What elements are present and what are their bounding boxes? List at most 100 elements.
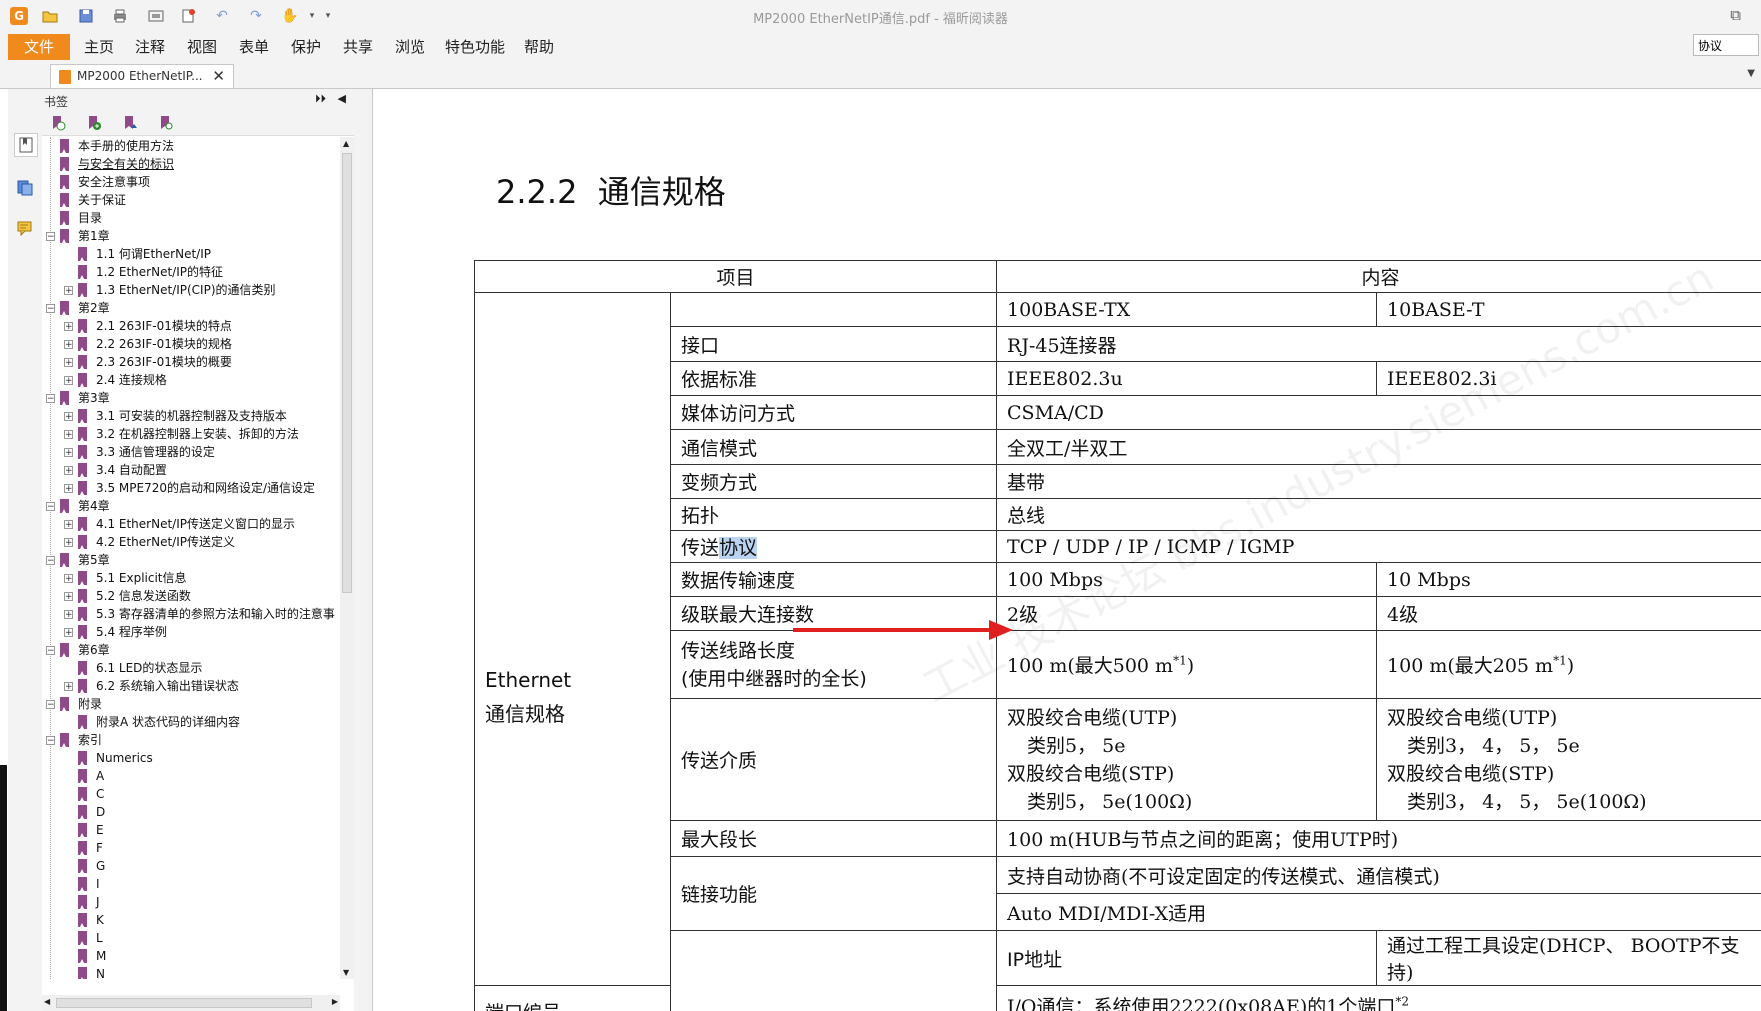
- bookmark-label: 4.1 EtherNet/IP传送定义窗口的显示: [96, 517, 295, 531]
- menu-browse[interactable]: 浏览: [395, 36, 425, 58]
- document-tab[interactable]: MP2000 EtherNetIP... ✕: [50, 64, 234, 88]
- bookmark-options-icon[interactable]: [50, 115, 66, 131]
- medium-line: 类别5， 5e: [1027, 734, 1126, 757]
- menu-home[interactable]: 主页: [84, 36, 114, 58]
- bookmark-label: 2.3 263IF-01模块的概要: [96, 355, 232, 369]
- collapse-node-icon[interactable]: −: [46, 502, 55, 512]
- value-cell: 10 Mbps: [1376, 562, 1761, 597]
- bookmark-up-icon[interactable]: [122, 115, 138, 131]
- menu-comment[interactable]: 注释: [135, 36, 165, 58]
- expand-node-icon[interactable]: +: [64, 610, 73, 620]
- expand-node-icon[interactable]: +: [64, 484, 73, 494]
- bookmark-label: 6.1 LED的状态显示: [96, 661, 203, 675]
- expand-node-icon[interactable]: +: [64, 628, 73, 638]
- bookmark-label: 3.2 在机器控制器上安装、拆卸的方法: [96, 427, 299, 441]
- collapse-panel-icon[interactable]: ◀: [338, 92, 346, 105]
- bookmark-icon: [60, 391, 69, 405]
- tab-list-dropdown-icon[interactable]: ▼: [1747, 68, 1755, 79]
- bookmark-icon: [60, 643, 69, 657]
- bookmark-icon: [78, 571, 87, 585]
- scrollbar-thumb[interactable]: [342, 153, 352, 593]
- bookmarks-title: 书签: [44, 95, 69, 109]
- bookmark-label: 附录: [78, 697, 103, 711]
- expand-node-icon[interactable]: +: [64, 466, 73, 476]
- bookmark-label: 1.1 何谓EtherNet/IP: [96, 247, 211, 261]
- expand-node-icon[interactable]: +: [64, 520, 73, 530]
- close-tab-icon[interactable]: ✕: [212, 67, 225, 85]
- expand-node-icon[interactable]: +: [64, 430, 73, 440]
- bookmark-icon: [78, 841, 87, 855]
- scroll-right-icon[interactable]: ▶: [332, 997, 338, 1006]
- collapse-node-icon[interactable]: −: [46, 646, 55, 656]
- collapse-node-icon[interactable]: −: [46, 232, 55, 242]
- menu-share[interactable]: 共享: [343, 36, 373, 58]
- bookmark-icon: [78, 715, 87, 729]
- scroll-left-icon[interactable]: ◀: [44, 997, 50, 1006]
- scroll-up-icon[interactable]: ▲: [343, 139, 349, 148]
- expand-node-icon[interactable]: +: [64, 376, 73, 386]
- expand-node-icon[interactable]: +: [64, 538, 73, 548]
- collapse-node-icon[interactable]: −: [46, 394, 55, 404]
- search-input[interactable]: [1693, 34, 1759, 56]
- bookmark-icon: [60, 157, 69, 171]
- bookmark-icon: [60, 553, 69, 567]
- closing-paren: ): [1566, 655, 1575, 677]
- bookmark-label: 目录: [78, 211, 103, 225]
- bookmark-icon: [78, 247, 87, 261]
- bookmark-label: 5.1 Explicit信息: [96, 571, 187, 585]
- collapse-node-icon[interactable]: −: [46, 304, 55, 314]
- bookmarks-vertical-scrollbar[interactable]: ▲ ▼: [340, 137, 354, 979]
- panel-splitter[interactable]: [354, 89, 373, 1011]
- collapse-node-icon[interactable]: −: [46, 736, 55, 746]
- section-title: 通信规格: [597, 173, 726, 211]
- scroll-down-icon[interactable]: ▼: [343, 968, 349, 977]
- group-label: Ethernet 通信规格: [474, 292, 671, 986]
- expand-panel-icon[interactable]: ⏵⏵: [315, 92, 326, 106]
- window-restore-icon[interactable]: ⧉: [1730, 6, 1741, 24]
- menu-form[interactable]: 表单: [239, 36, 269, 58]
- expand-node-icon[interactable]: +: [64, 322, 73, 332]
- bookmark-icon: [60, 139, 69, 153]
- bookmark-label: E: [96, 823, 104, 837]
- add-bookmark-icon[interactable]: [86, 115, 102, 131]
- header-content: 内容: [996, 260, 1761, 293]
- medium-line: 双股绞合电缆(STP): [1007, 762, 1175, 785]
- item-cell: 链接功能: [669, 856, 998, 931]
- menu-features[interactable]: 特色功能: [445, 36, 505, 58]
- value-cell: 100 Mbps: [996, 562, 1378, 597]
- collapse-node-icon[interactable]: −: [46, 700, 55, 710]
- expand-node-icon[interactable]: +: [64, 592, 73, 602]
- tab-bar: MP2000 EtherNetIP... ✕ ▼: [0, 60, 1761, 89]
- menu-protect[interactable]: 保护: [291, 36, 321, 58]
- value-cell: 双股绞合电缆(UTP) 类别5， 5e 双股绞合电缆(STP) 类别5， 5e(…: [996, 698, 1378, 821]
- expand-node-icon[interactable]: +: [64, 286, 73, 296]
- item-cell: 接口: [669, 326, 998, 362]
- collapse-node-icon[interactable]: −: [46, 556, 55, 566]
- bookmark-label: 5.3 寄存器清单的参照方法和输入时的注意事: [96, 607, 335, 621]
- bookmarks-horizontal-scrollbar[interactable]: ◀ ▶: [42, 995, 340, 1011]
- port-value: I/O通信：系统使用2222(0x08AE)的1个端口: [1007, 996, 1396, 1011]
- medium-line: 类别5， 5e(100Ω): [1027, 790, 1193, 813]
- bookmark-icon: [78, 355, 87, 369]
- expand-node-icon[interactable]: +: [64, 448, 73, 458]
- bookmarks-panel-icon[interactable]: [14, 133, 38, 157]
- menu-file[interactable]: 文件: [8, 34, 70, 60]
- value-cell: 双股绞合电缆(UTP) 类别3， 4， 5， 5e 双股绞合电缆(STP) 类别…: [1376, 698, 1761, 821]
- bookmark-label: 3.1 可安装的机器控制器及支持版本: [96, 409, 287, 423]
- menu-help[interactable]: 帮助: [524, 36, 554, 58]
- comments-panel-icon[interactable]: [14, 217, 36, 239]
- menu-view[interactable]: 视图: [187, 36, 217, 58]
- expand-node-icon[interactable]: +: [64, 358, 73, 368]
- bookmark-label: D: [96, 805, 106, 819]
- bookmark-find-icon[interactable]: [158, 115, 174, 131]
- title-bar: G ↶ ↷ ✋ ▾ ▾ MP2000 EtherNetIP通信.pdf - 福昕…: [0, 0, 1761, 32]
- expand-node-icon[interactable]: +: [64, 412, 73, 422]
- search-hit-highlight: 协议: [719, 537, 758, 559]
- scrollbar-thumb[interactable]: [56, 998, 312, 1008]
- expand-node-icon[interactable]: +: [64, 340, 73, 350]
- expand-node-icon[interactable]: +: [64, 574, 73, 584]
- pages-panel-icon[interactable]: [14, 177, 36, 199]
- window-edge: [0, 765, 7, 1011]
- expand-node-icon[interactable]: +: [64, 682, 73, 692]
- closing-paren: ): [1186, 655, 1195, 677]
